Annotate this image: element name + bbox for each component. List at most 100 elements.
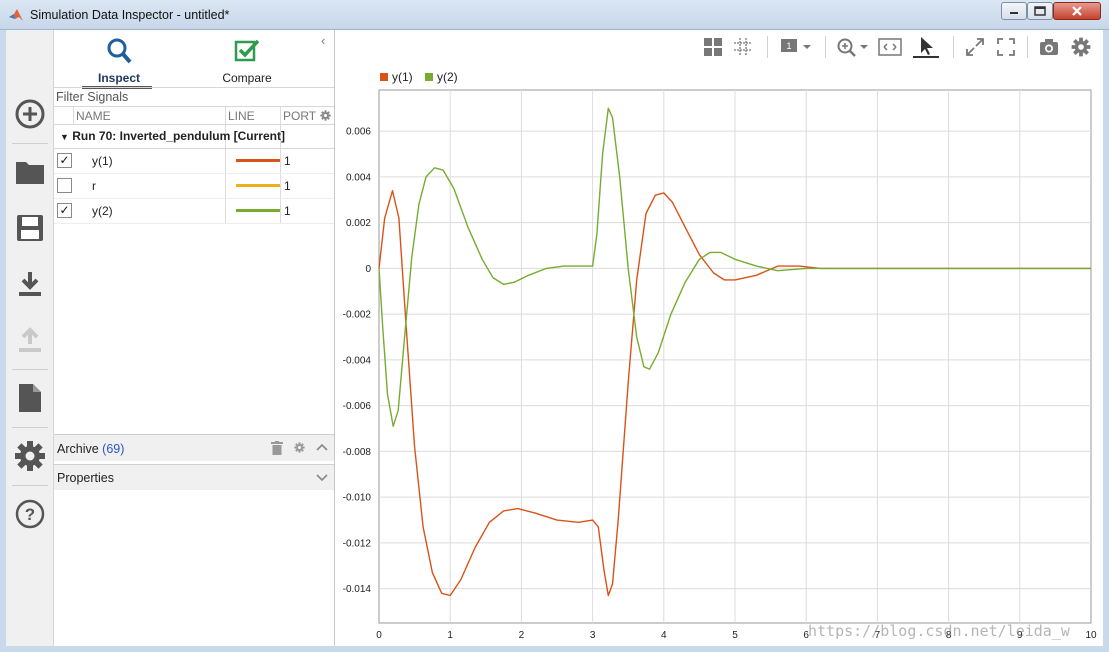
signal-port: 1 (284, 179, 291, 193)
column-settings-gear-icon[interactable] (320, 110, 331, 121)
column-port[interactable]: PORT (283, 109, 316, 123)
settings-button[interactable] (6, 428, 54, 484)
toolbar-divider (953, 36, 954, 58)
y-tick-label: -0.008 (343, 447, 372, 458)
x-tick-label: 10 (1085, 630, 1097, 641)
signal-checkbox[interactable]: ✓ (57, 203, 72, 218)
legend-item: y(2) (425, 70, 458, 84)
signal-line-swatch[interactable] (236, 209, 280, 212)
x-tick-label: 5 (732, 630, 738, 641)
legend-item: y(1) (380, 70, 413, 84)
matlab-logo-icon (9, 9, 23, 21)
title-bar: Simulation Data Inspector - untitled* (0, 0, 1109, 30)
plot-settings-button[interactable] (1070, 36, 1092, 58)
archive-gear-icon[interactable] (294, 442, 305, 453)
signal-line-swatch[interactable] (236, 159, 280, 162)
help-icon: ? (15, 499, 45, 529)
time-plot[interactable]: 0 1 2 3 4 5 6 7 8 9 10 0.0060.0040.0020-0.002-0.00… (335, 84, 1103, 646)
signal-name: y(1) (92, 154, 113, 168)
add-icon (15, 99, 45, 129)
y-tick-label: -0.006 (343, 401, 372, 412)
properties-section[interactable]: Properties (54, 464, 334, 490)
signal-checkbox[interactable] (57, 178, 72, 193)
close-button[interactable] (1053, 2, 1101, 20)
y-tick-label: -0.004 (343, 355, 372, 366)
open-button[interactable] (6, 144, 54, 200)
x-tick-label: 2 (519, 630, 525, 641)
download-icon (19, 272, 41, 296)
toolbar-divider (825, 36, 826, 58)
left-toolstrip: ? (6, 30, 54, 646)
signal-row[interactable]: r 1 (54, 174, 334, 199)
signal-row[interactable]: ✓ y(2) 1 (54, 199, 334, 224)
y-tick-label: -0.012 (343, 538, 372, 549)
x-tick-label: 4 (661, 630, 667, 641)
window-title: Simulation Data Inspector - untitled* (30, 8, 230, 22)
svg-text:1: 1 (786, 41, 791, 51)
y-tick-label: -0.002 (343, 310, 372, 321)
properties-content (54, 490, 334, 646)
import-button[interactable] (6, 256, 54, 312)
watermark-text: https://blog.csdn.net/leida_w (808, 622, 1070, 640)
fit-to-view-button[interactable] (877, 36, 903, 58)
expand-triangle-icon[interactable]: ▼ (60, 132, 69, 142)
save-button[interactable] (6, 200, 54, 256)
layout-button[interactable] (702, 36, 724, 58)
upload-icon (19, 327, 41, 352)
run-row[interactable]: ▼ Run 70: Inverted_pendulum [Current] (54, 125, 334, 149)
cursor-button[interactable] (913, 36, 939, 58)
toolbar-divider (1027, 36, 1028, 58)
chevron-up-icon[interactable] (316, 443, 328, 451)
minimize-icon (1010, 12, 1018, 14)
column-name[interactable]: NAME (76, 109, 111, 123)
zoom-button[interactable] (835, 36, 869, 58)
collapse-panel-chevron-icon[interactable]: ‹ (321, 33, 325, 48)
chevron-down-icon[interactable] (316, 474, 328, 482)
x-tick-label: 3 (590, 630, 596, 641)
y-tick-label: 0.006 (346, 127, 371, 138)
snapshot-button[interactable] (1038, 36, 1060, 58)
legend-label: y(2) (437, 70, 458, 84)
maximize-button[interactable] (1027, 2, 1053, 20)
tab-inspect[interactable]: Inspect (54, 34, 184, 89)
tab-compare[interactable]: Compare (182, 34, 312, 86)
fullscreen-button[interactable] (995, 36, 1017, 58)
archive-section[interactable]: Archive (69) (54, 434, 334, 462)
archive-count: (69) (102, 442, 125, 456)
help-button[interactable]: ? (6, 486, 54, 542)
fit-to-view-icon (878, 38, 902, 56)
folder-open-icon (16, 162, 44, 184)
magnifier-icon (107, 38, 132, 64)
x-tick-label: 0 (376, 630, 382, 641)
grid-icon (734, 38, 752, 56)
trash-icon[interactable] (271, 441, 283, 455)
minimize-button[interactable] (1001, 2, 1027, 20)
expand-button[interactable] (964, 36, 986, 58)
signal-line-swatch[interactable] (236, 184, 280, 187)
signal-port: 1 (284, 204, 291, 218)
pointer-arrow-icon (921, 37, 933, 55)
signal-checkbox[interactable]: ✓ (57, 153, 72, 168)
subplot-icon: 1 (781, 39, 811, 52)
column-line[interactable]: LINE (228, 109, 255, 123)
grid-button[interactable] (732, 36, 754, 58)
y-tick-labels: 0.006 0.004 0.002 0 -0.002 -0.004 -0.006 -0.008… (343, 127, 372, 596)
signals-panel: Inspect Compare ‹ Filter Signals NAME LI… (54, 30, 335, 646)
report-button[interactable] (6, 370, 54, 426)
zoom-in-icon (837, 38, 868, 57)
filter-signals-input[interactable]: Filter Signals (54, 87, 334, 107)
layout-grid-icon (704, 38, 722, 56)
plot-toolbar: 1 (335, 30, 1103, 64)
y-tick-label: 0.002 (346, 218, 371, 229)
subplot-selector[interactable]: 1 (779, 36, 813, 58)
signal-row[interactable]: ✓ y(1) 1 (54, 149, 334, 174)
gear-icon (15, 441, 45, 471)
tab-inspect-label: Inspect (97, 71, 140, 85)
close-icon (1072, 6, 1082, 16)
y-tick-label: -0.014 (343, 584, 372, 595)
signal-name: y(2) (92, 204, 113, 218)
new-button[interactable] (6, 86, 54, 142)
y-tick-label: 0 (365, 264, 371, 275)
archive-label: Archive (57, 442, 99, 456)
checkmark-icon (234, 39, 260, 62)
